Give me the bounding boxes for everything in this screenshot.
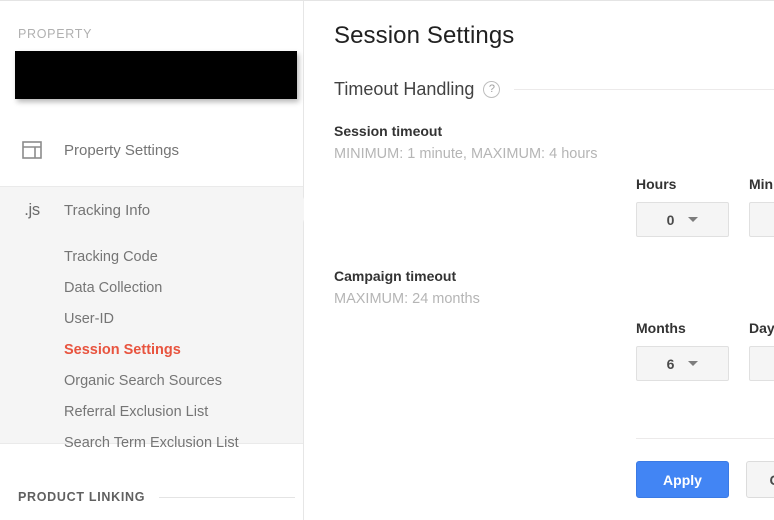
sidebar-item-organic-search-sources[interactable]: Organic Search Sources xyxy=(0,365,303,396)
session-minutes-dropdown[interactable]: 30 xyxy=(749,202,774,237)
sidebar-item-tracking-code-label: Tracking Code xyxy=(64,248,158,265)
sidebar-item-referral-exclusion-list[interactable]: Referral Exclusion List xyxy=(0,396,303,427)
help-icon[interactable]: ? xyxy=(483,81,501,98)
page-layout-icon xyxy=(0,139,64,161)
cancel-button[interactable]: Cancel xyxy=(746,461,774,498)
timeout-handling-divider xyxy=(514,89,774,90)
campaign-timeout-constraints: MAXIMUM: 24 months xyxy=(334,291,480,307)
session-settings-screen: PROPERTY Property Settings .js Tracking … xyxy=(0,0,774,520)
sidebar-item-data-collection[interactable]: Data Collection xyxy=(0,272,303,303)
session-hours-label: Hours xyxy=(636,176,677,192)
sidebar-item-tracking-info-label: Tracking Info xyxy=(64,202,151,219)
product-linking-section-header: PRODUCT LINKING xyxy=(0,490,303,504)
chevron-down-icon xyxy=(688,217,699,222)
campaign-timeout-title: Campaign timeout xyxy=(334,268,457,284)
js-icon-text: .js xyxy=(24,201,40,219)
sidebar-item-referral-exclusion-list-label: Referral Exclusion List xyxy=(64,403,209,420)
session-timeout-title: Session timeout xyxy=(334,123,443,139)
sidebar-item-tracking-code[interactable]: Tracking Code xyxy=(0,241,303,272)
sidebar: PROPERTY Property Settings .js Tracking … xyxy=(0,1,304,520)
session-timeout-constraints: MINIMUM: 1 minute, MAXIMUM: 4 hours xyxy=(334,146,598,162)
page-title: Session Settings xyxy=(334,22,515,49)
js-icon: .js xyxy=(0,201,64,220)
product-linking-divider xyxy=(159,496,295,498)
product-linking-label: PRODUCT LINKING xyxy=(18,490,146,504)
sidebar-item-user-id-label: User-ID xyxy=(64,310,114,327)
sidebar-item-session-settings[interactable]: Session Settings xyxy=(0,334,303,365)
session-hours-dropdown[interactable]: 0 xyxy=(636,202,729,237)
actions-divider xyxy=(636,438,774,439)
session-minutes-selector: Minutes 30 xyxy=(749,176,774,237)
campaign-days-selector: Days 0 xyxy=(749,320,774,381)
property-name-redacted[interactable] xyxy=(15,51,297,99)
timeout-handling-label: Timeout Handling xyxy=(334,79,475,99)
campaign-days-label: Days xyxy=(749,320,774,336)
action-buttons: Apply Cancel xyxy=(636,461,774,498)
sidebar-item-data-collection-label: Data Collection xyxy=(64,279,163,296)
sidebar-item-tracking-info[interactable]: .js Tracking Info xyxy=(0,186,303,234)
property-section-label: PROPERTY xyxy=(18,27,93,41)
campaign-days-dropdown[interactable]: 0 xyxy=(749,346,774,381)
sidebar-item-session-settings-label: Session Settings xyxy=(64,341,181,358)
tracking-info-submenu: Tracking Code Data Collection User-ID Se… xyxy=(0,241,303,458)
campaign-months-value: 6 xyxy=(666,355,675,372)
sidebar-item-search-term-exclusion-list-label: Search Term Exclusion List xyxy=(64,434,239,451)
session-hours-selector: Hours 0 xyxy=(636,176,729,237)
sidebar-item-user-id[interactable]: User-ID xyxy=(0,303,303,334)
sidebar-item-property-settings-label: Property Settings xyxy=(64,141,180,159)
session-minutes-label: Minutes xyxy=(749,176,774,192)
chevron-down-icon xyxy=(688,361,699,366)
campaign-months-dropdown[interactable]: 6 xyxy=(636,346,729,381)
timeout-handling-header: Timeout Handling ? xyxy=(334,79,774,100)
session-hours-value: 0 xyxy=(666,211,675,228)
main-content: Session Settings Timeout Handling ? Sess… xyxy=(304,1,774,520)
sidebar-item-search-term-exclusion-list[interactable]: Search Term Exclusion List xyxy=(0,427,303,458)
campaign-months-selector: Months 6 xyxy=(636,320,729,381)
sidebar-item-organic-search-sources-label: Organic Search Sources xyxy=(64,372,222,389)
sidebar-item-property-settings[interactable]: Property Settings xyxy=(0,132,303,168)
campaign-months-label: Months xyxy=(636,320,686,336)
apply-button[interactable]: Apply xyxy=(636,461,729,498)
